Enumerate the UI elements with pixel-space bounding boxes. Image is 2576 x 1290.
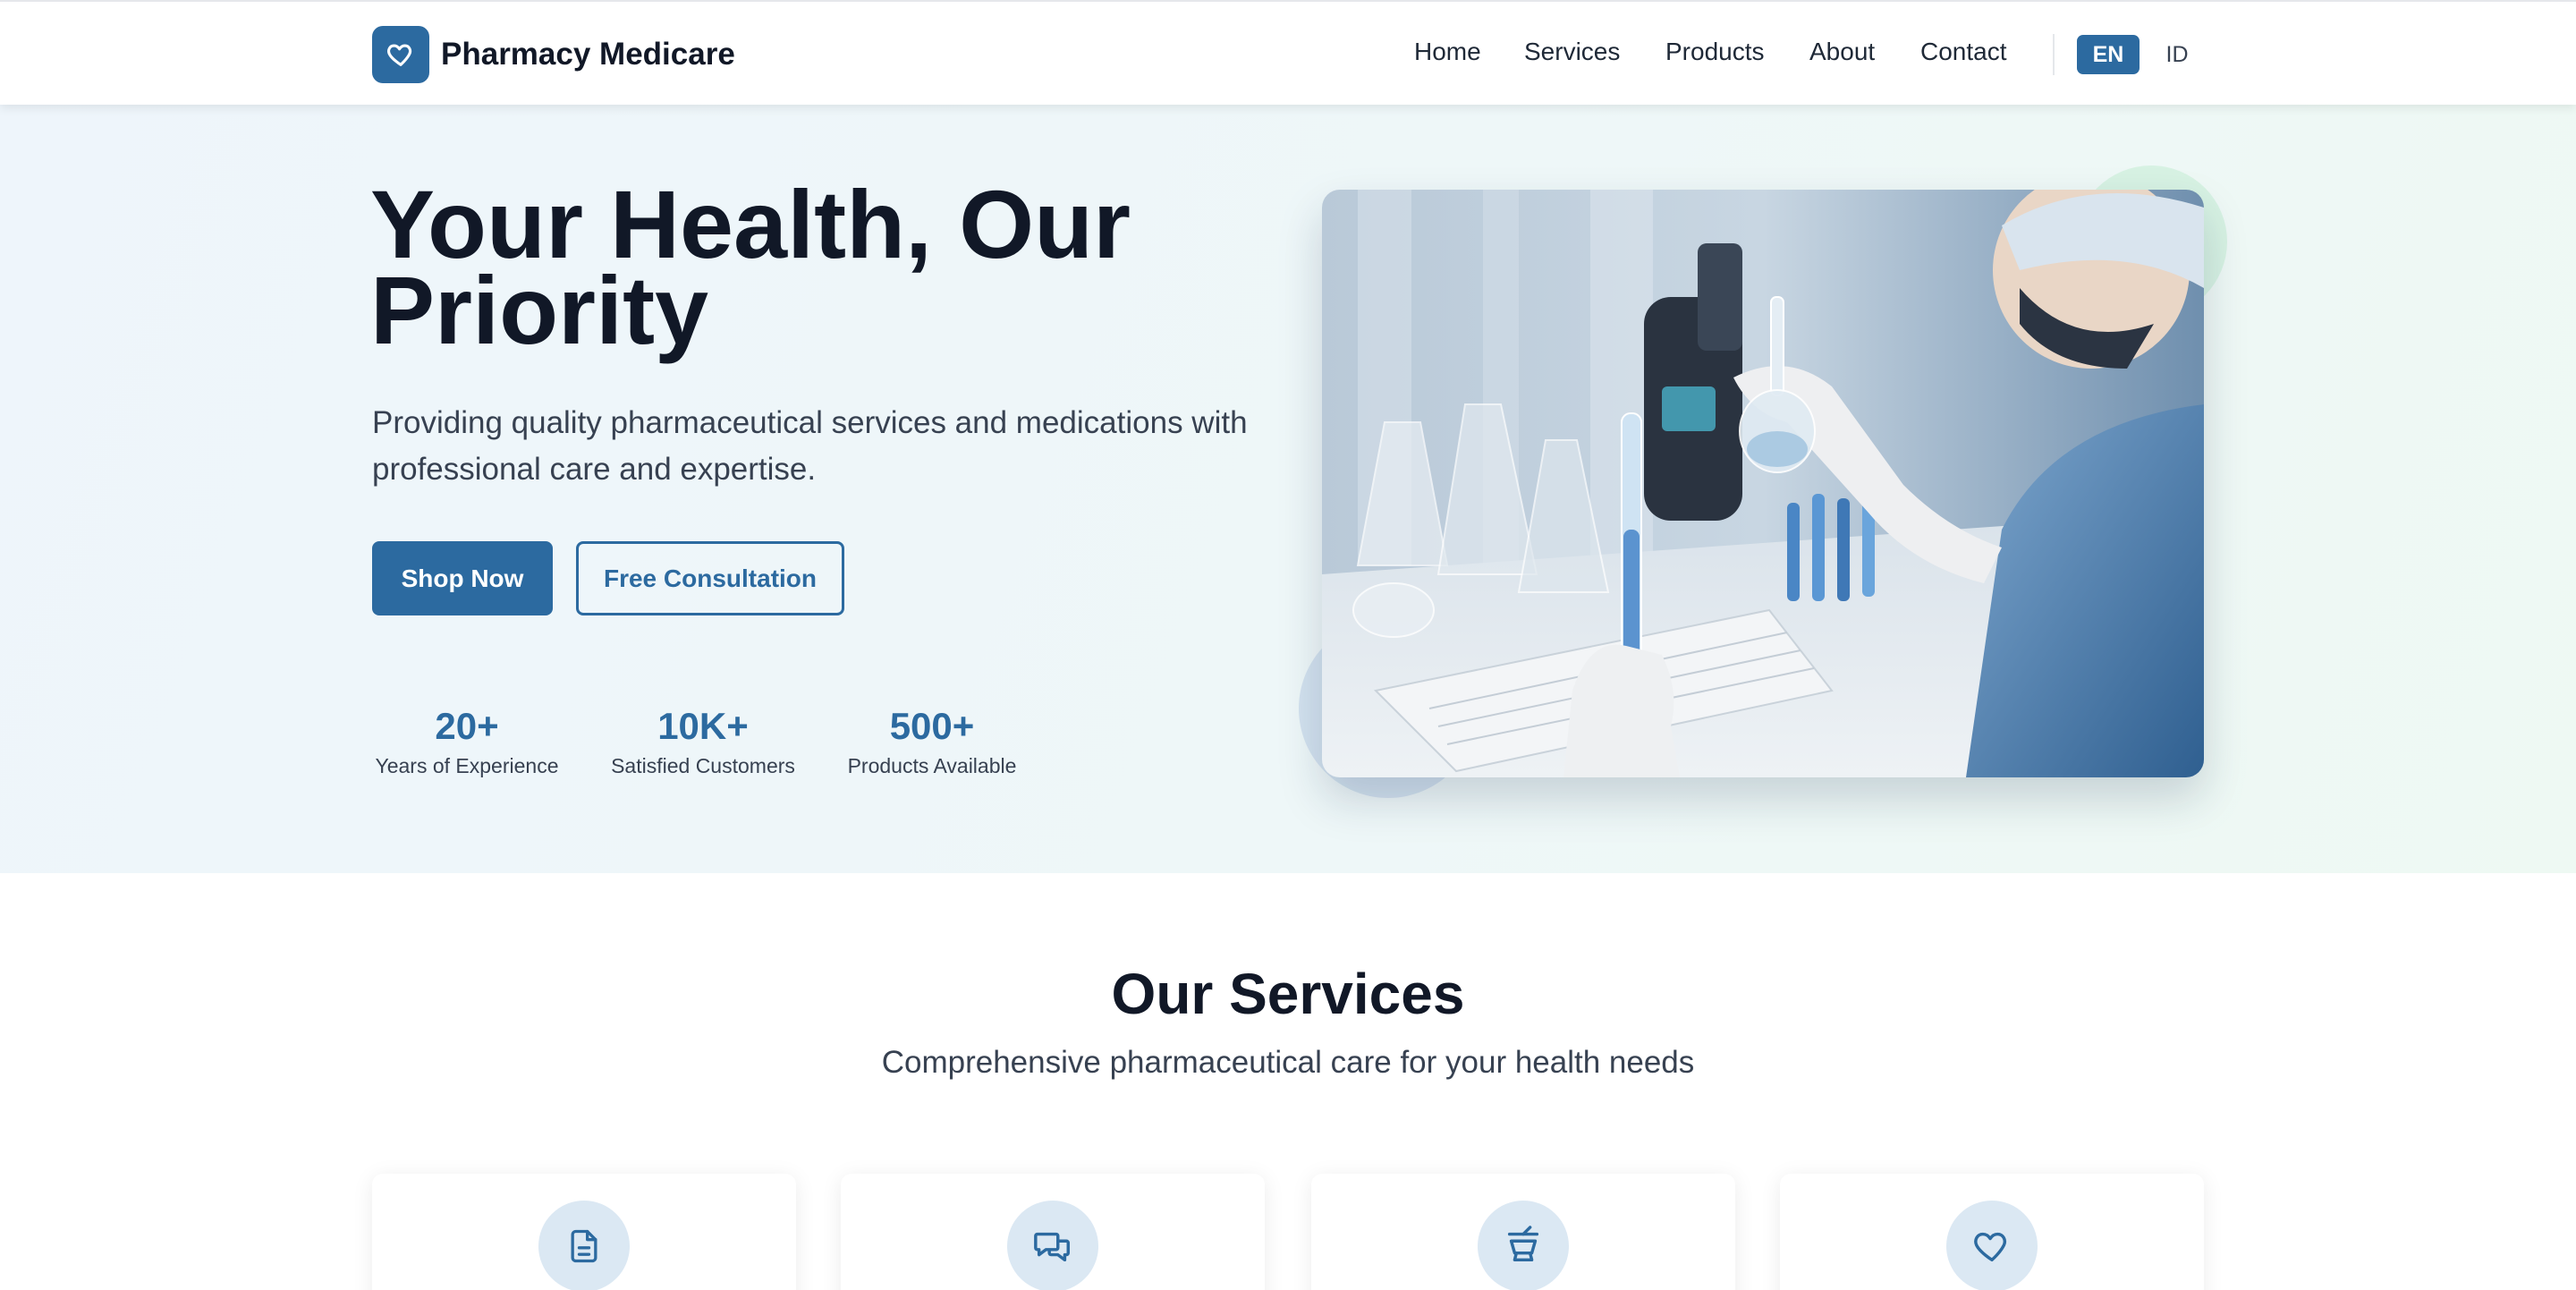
chat-icon xyxy=(1007,1201,1098,1290)
services-subtitle: Comprehensive pharmaceutical care for yo… xyxy=(881,1045,1695,1080)
hero-title: Your Health, Our Priority xyxy=(370,170,1131,364)
stat-customers: 10K+ Satisfied Customers xyxy=(607,704,799,778)
shop-now-button[interactable]: Shop Now xyxy=(372,541,553,615)
mortar-pestle-icon xyxy=(1478,1201,1569,1290)
nav-services[interactable]: Services xyxy=(1524,38,1620,66)
nav-contact[interactable]: Contact xyxy=(1920,38,2007,66)
nav-home[interactable]: Home xyxy=(1414,38,1481,66)
stat-label: Satisfied Customers xyxy=(611,754,795,777)
brand[interactable]: Pharmacy Medicare xyxy=(372,26,735,83)
hero-section: Your Health, Our Priority Providing qual… xyxy=(0,105,2576,873)
nav-about[interactable]: About xyxy=(1809,38,1875,66)
stat-label: Years of Experience xyxy=(375,754,559,777)
language-en-button[interactable]: EN xyxy=(2077,35,2140,74)
brand-name: Pharmacy Medicare xyxy=(441,37,735,72)
services-section: Our Services Comprehensive pharmaceutica… xyxy=(0,873,2576,1290)
service-card-prescription[interactable] xyxy=(372,1174,796,1290)
stat-years: 20+ Years of Experience xyxy=(372,704,562,778)
language-id-button[interactable]: ID xyxy=(2150,35,2204,74)
heart-icon xyxy=(1946,1201,2038,1290)
hero-lab-image xyxy=(1322,190,2204,777)
stat-products: 500+ Products Available xyxy=(844,704,1020,778)
service-card-health[interactable] xyxy=(1780,1174,2204,1290)
stat-value: 20+ xyxy=(435,705,499,747)
stat-label: Products Available xyxy=(847,754,1017,777)
hero-subtitle: Providing quality pharmaceutical service… xyxy=(372,405,1248,487)
lab-scientist-illustration xyxy=(1322,190,2204,777)
services-title: Our Services xyxy=(1111,962,1465,1026)
service-card-consultation[interactable] xyxy=(841,1174,1265,1290)
document-icon xyxy=(538,1201,630,1290)
nav-divider xyxy=(2053,34,2055,75)
nav-products[interactable]: Products xyxy=(1665,38,1765,66)
stat-value: 500+ xyxy=(889,705,975,747)
service-card-compounding[interactable] xyxy=(1311,1174,1735,1290)
free-consultation-button[interactable]: Free Consultation xyxy=(576,541,844,615)
stat-value: 10K+ xyxy=(657,705,749,747)
site-header: Pharmacy Medicare Home Services Products… xyxy=(0,0,2576,105)
heart-logo-icon xyxy=(372,26,429,83)
